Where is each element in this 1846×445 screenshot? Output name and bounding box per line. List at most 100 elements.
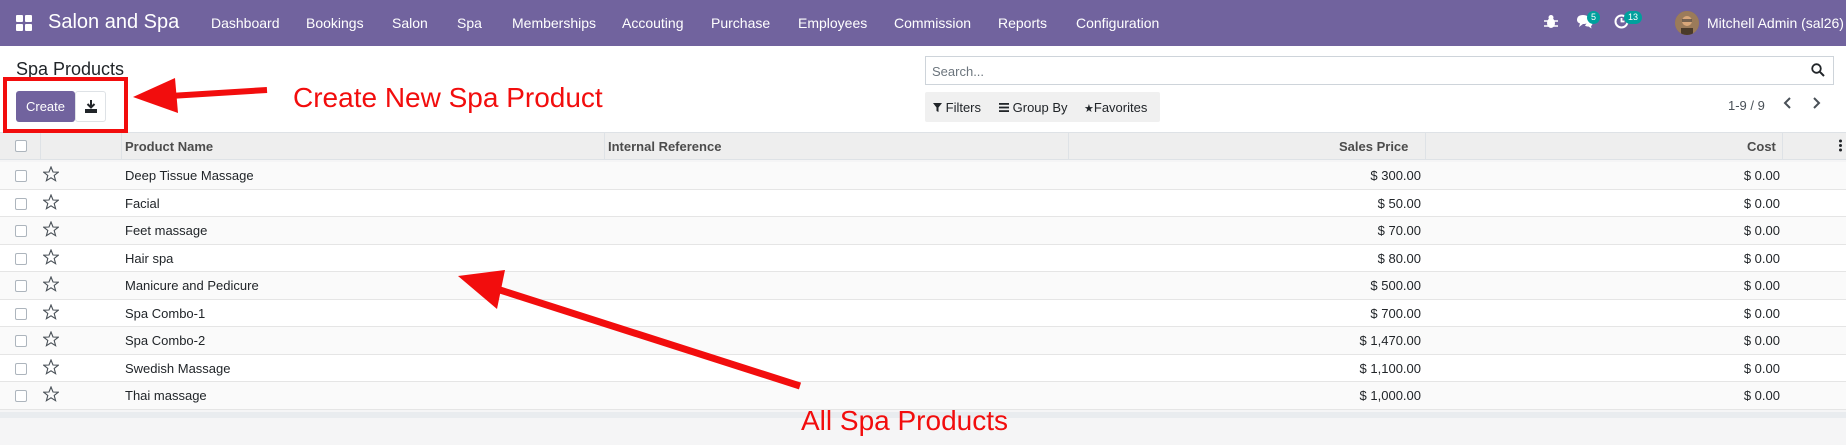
star-icon[interactable] (42, 193, 60, 213)
product-name-cell: Deep Tissue Massage (125, 168, 254, 183)
optional-columns-toggle[interactable] (1839, 139, 1842, 155)
table-row[interactable]: Feet massage $ 70.00 $ 0.00 (0, 217, 1846, 245)
activities-count-badge: 13 (1624, 11, 1643, 24)
sales-price-cell: $ 50.00 (1377, 195, 1421, 211)
star-icon[interactable] (42, 303, 60, 323)
row-checkbox[interactable] (15, 170, 27, 182)
apps-menu-icon[interactable] (16, 15, 32, 31)
menu-salon[interactable]: Salon (392, 15, 428, 31)
sales-price-cell: $ 70.00 (1377, 223, 1421, 238)
menu-spa[interactable]: Spa (457, 15, 482, 31)
menu-configuration[interactable]: Configuration (1076, 15, 1159, 31)
table-row[interactable]: Deep Tissue Massage $ 300.00 $ 0.00 (0, 162, 1846, 190)
cost-cell: $ 0.00 (1743, 223, 1780, 238)
sales-price-cell: $ 80.00 (1377, 250, 1421, 266)
pager-value[interactable]: 1-9 / 9 (1728, 98, 1765, 113)
create-button[interactable]: Create (16, 91, 75, 122)
vertical-dots-icon (1839, 139, 1842, 152)
row-checkbox[interactable] (15, 335, 27, 347)
search-input[interactable] (932, 63, 1792, 79)
table-row[interactable]: Facial $ 50.00 $ 0.00 (0, 189, 1846, 217)
menu-commission[interactable]: Commission (894, 15, 971, 31)
row-checkbox[interactable] (15, 252, 27, 265)
table-row[interactable]: Spa Combo-2 $ 1,470.00 $ 0.00 (0, 327, 1846, 355)
column-header-sales-price[interactable]: Sales Price (1339, 139, 1408, 154)
pager-next-button[interactable] (1811, 96, 1821, 113)
menu-accouting[interactable]: Accouting (622, 15, 683, 31)
star-icon[interactable] (42, 165, 60, 185)
menu-purchase[interactable]: Purchase (711, 15, 770, 31)
chevron-right-icon (1813, 97, 1821, 109)
star-icon[interactable] (42, 330, 60, 350)
cost-cell: $ 0.00 (1743, 360, 1780, 376)
column-header-internal-reference[interactable]: Internal Reference (608, 139, 721, 154)
sales-price-cell: $ 500.00 (1370, 278, 1421, 293)
column-header-product-name[interactable]: Product Name (125, 139, 213, 154)
select-all-checkbox[interactable] (15, 140, 27, 152)
row-checkbox[interactable] (15, 280, 27, 292)
sales-price-cell: $ 300.00 (1370, 168, 1421, 183)
column-divider (1425, 133, 1426, 160)
row-checkbox[interactable] (15, 307, 27, 320)
search-options: Filters Group By ★Favorites (925, 92, 1160, 122)
messages-count-badge: 5 (1587, 11, 1601, 24)
product-name-cell: Facial (125, 195, 160, 211)
star-filled-icon: ★ (1084, 103, 1094, 115)
star-icon[interactable] (42, 220, 60, 240)
product-name-cell: Thai massage (125, 388, 207, 403)
bars-icon (999, 103, 1009, 112)
cost-cell: $ 0.00 (1743, 305, 1780, 321)
row-checkbox[interactable] (15, 197, 27, 210)
sales-price-cell: $ 1,470.00 (1359, 333, 1421, 348)
menu-memberships[interactable]: Memberships (512, 15, 596, 31)
star-icon[interactable] (42, 358, 60, 378)
app-title[interactable]: Salon and Spa (48, 11, 179, 34)
star-icon[interactable] (42, 275, 60, 295)
table-row[interactable]: Hair spa $ 80.00 $ 0.00 (0, 244, 1846, 272)
filters-label: Filters (945, 100, 982, 115)
export-download-button[interactable] (75, 91, 106, 122)
column-divider (40, 133, 41, 160)
user-avatar[interactable] (1675, 11, 1699, 35)
page-title: Spa Products (16, 59, 125, 79)
user-name[interactable]: Mitchell Admin (sal26) (1707, 15, 1844, 31)
menu-bookings[interactable]: Bookings (306, 15, 364, 31)
star-icon[interactable] (42, 248, 60, 268)
cost-cell: $ 0.00 (1743, 388, 1780, 403)
column-header-cost[interactable]: Cost (1747, 139, 1776, 154)
cost-cell: $ 0.00 (1743, 250, 1780, 266)
menu-dashboard[interactable]: Dashboard (211, 15, 280, 31)
row-checkbox[interactable] (15, 225, 27, 237)
column-divider (604, 133, 605, 160)
row-checkbox[interactable] (15, 362, 27, 375)
chevron-left-icon (1783, 97, 1791, 109)
sales-price-cell: $ 700.00 (1370, 305, 1421, 321)
product-name-cell: Swedish Massage (125, 360, 231, 376)
table-row[interactable]: Spa Combo-1 $ 700.00 $ 0.00 (0, 299, 1846, 327)
menu-employees[interactable]: Employees (798, 15, 867, 31)
column-divider (1782, 133, 1783, 160)
pager-previous-button[interactable] (1783, 96, 1793, 113)
group-by-button[interactable]: Group By (999, 100, 1068, 115)
favorites-button[interactable]: ★Favorites (1084, 100, 1147, 115)
search-icon[interactable] (1811, 63, 1825, 80)
list-header: Product Name Internal Reference Sales Pr… (0, 133, 1846, 160)
column-divider (1068, 133, 1069, 160)
cost-cell: $ 0.00 (1743, 168, 1780, 183)
list-annotation-text: All Spa Products (801, 405, 1008, 436)
control-panel: Spa Products Create Filters Group By ★Fa… (0, 46, 1846, 133)
star-icon[interactable] (42, 385, 60, 405)
cost-cell: $ 0.00 (1743, 195, 1780, 211)
table-row[interactable]: Swedish Massage $ 1,100.00 $ 0.00 (0, 354, 1846, 382)
sales-price-cell: $ 1,000.00 (1359, 388, 1421, 403)
row-checkbox[interactable] (15, 390, 27, 402)
table-row[interactable]: Manicure and Pedicure $ 500.00 $ 0.00 (0, 272, 1846, 300)
filter-icon (933, 103, 942, 112)
menu-reports[interactable]: Reports (998, 15, 1047, 31)
column-divider (121, 133, 122, 160)
cost-cell: $ 0.00 (1743, 278, 1780, 293)
debug-bug-icon[interactable] (1544, 14, 1558, 33)
top-navbar: Salon and Spa Dashboard Bookings Salon S… (0, 0, 1846, 46)
filters-button[interactable]: Filters (933, 100, 981, 115)
favorites-label: Favorites (1093, 100, 1148, 115)
